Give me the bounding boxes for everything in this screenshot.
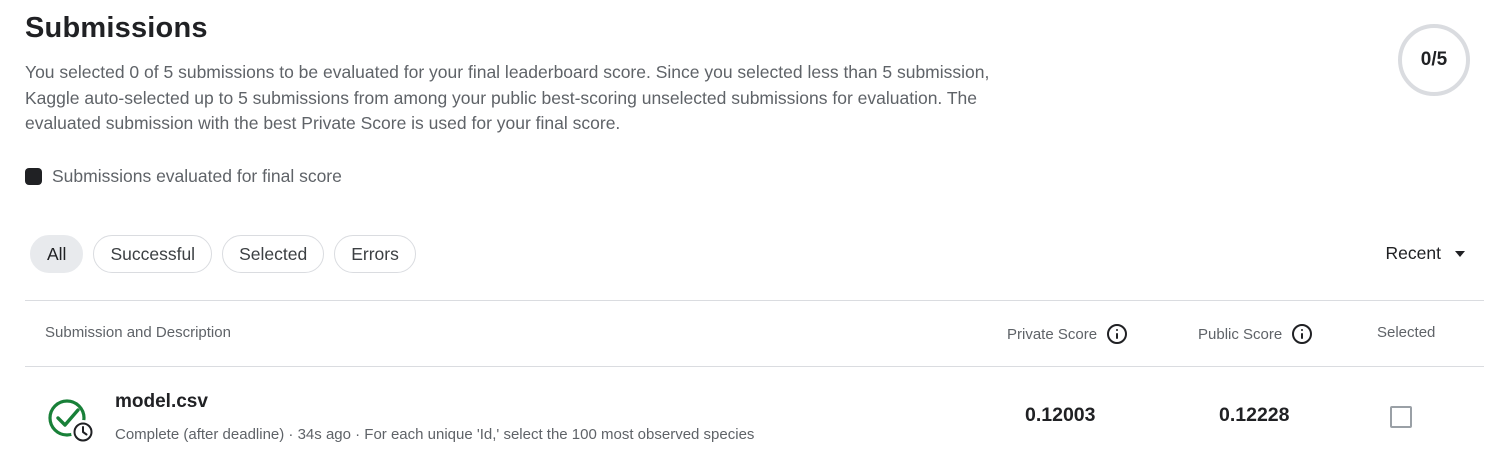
header-selected-label: Selected	[1377, 324, 1436, 341]
legend: Submissions evaluated for final score	[25, 166, 342, 187]
header-public-score: Public Score	[1198, 324, 1313, 344]
filter-successful[interactable]: Successful	[93, 235, 213, 273]
sort-label: Recent	[1385, 243, 1441, 263]
filter-chips: All Successful Selected Errors	[30, 235, 416, 273]
page-description: You selected 0 of 5 submissions to be ev…	[25, 62, 990, 133]
divider-header	[25, 366, 1484, 367]
legend-swatch	[25, 168, 42, 185]
filter-all[interactable]: All	[30, 235, 84, 273]
page-title: Submissions	[25, 12, 208, 44]
header-private-score: Private Score	[1007, 324, 1128, 344]
header-private-score-label: Private Score	[1007, 325, 1098, 343]
caret-down-icon	[1455, 250, 1465, 257]
header-selected: Selected	[1377, 324, 1435, 341]
selected-checkbox[interactable]	[1390, 406, 1412, 428]
header-submission: Submission and Description	[45, 324, 231, 341]
legend-label: Submissions evaluated for final score	[52, 166, 342, 186]
private-score-value: 0.12003	[1025, 404, 1096, 426]
header-public-score-label: Public Score	[1198, 325, 1283, 343]
header-submission-label: Submission and Description	[45, 324, 231, 341]
selection-counter: 0/5	[1398, 24, 1470, 96]
check-clock-icon	[48, 399, 95, 444]
public-score-value: 0.12228	[1219, 404, 1290, 426]
filter-selected[interactable]: Selected	[222, 235, 325, 273]
filter-errors[interactable]: Errors	[334, 235, 416, 273]
submission-file-name[interactable]: model.csv	[115, 391, 208, 413]
submission-meta: Complete (after deadline) · 34s ago · Fo…	[115, 426, 755, 443]
info-icon[interactable]	[1107, 324, 1128, 344]
submissions-page: Submissions You selected 0 of 5 submissi…	[0, 0, 1510, 463]
info-icon[interactable]	[1292, 324, 1313, 344]
sort-dropdown[interactable]: Recent	[1386, 243, 1465, 264]
divider-top	[25, 300, 1484, 301]
